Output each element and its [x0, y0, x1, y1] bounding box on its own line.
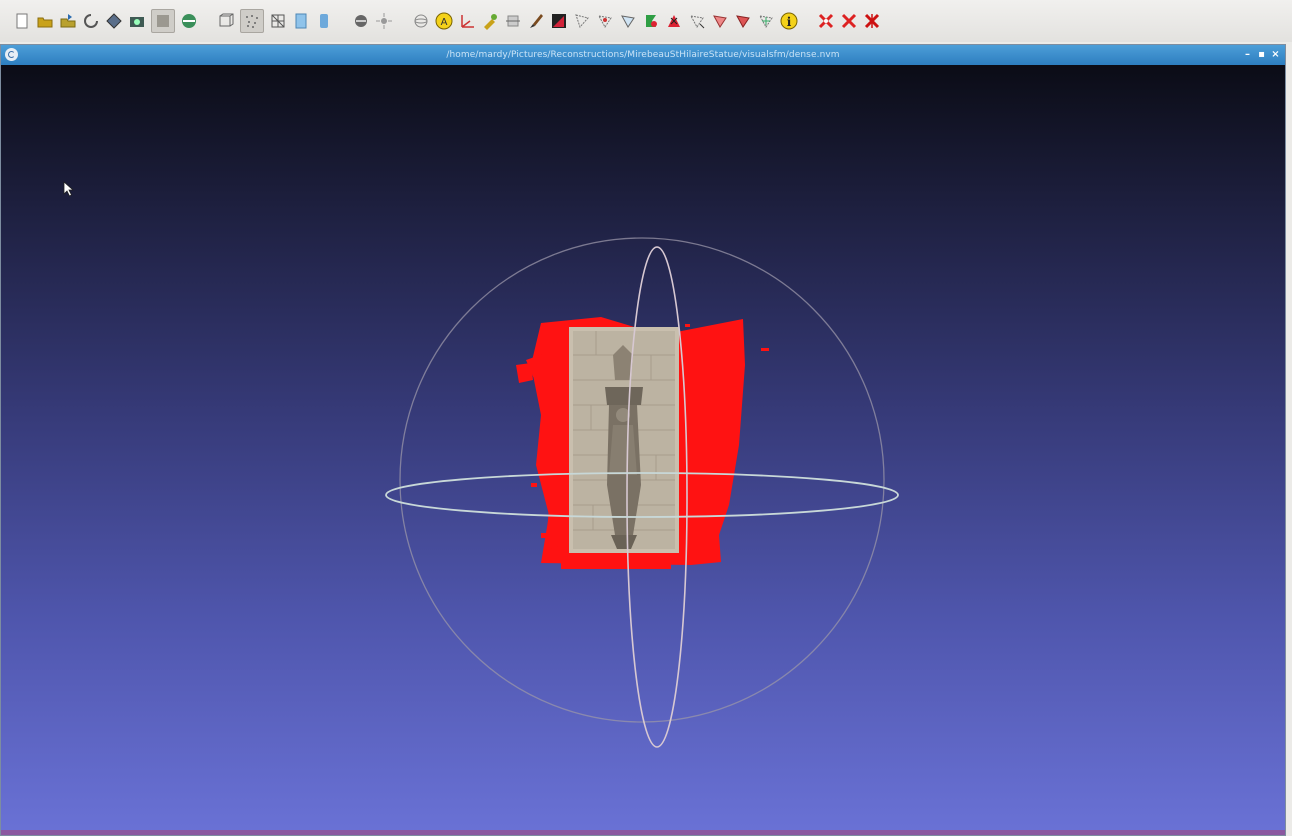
export-mesh-icon[interactable]	[105, 12, 123, 30]
3d-viewport[interactable]	[1, 65, 1285, 835]
close-button[interactable]: ×	[1270, 49, 1281, 60]
pick-points-icon[interactable]	[757, 12, 775, 30]
select-connected-icon[interactable]	[619, 12, 637, 30]
layer-icon[interactable]	[180, 12, 198, 30]
points-render-icon[interactable]	[239, 9, 264, 33]
delete-faces-icon[interactable]	[840, 12, 858, 30]
new-project-icon[interactable]	[13, 12, 31, 30]
delete-all-icon[interactable]	[863, 12, 881, 30]
flat-render-icon[interactable]	[292, 12, 310, 30]
select-vertices-icon[interactable]	[596, 12, 614, 30]
main-toolbar: Ai	[0, 0, 1292, 42]
maximize-button[interactable]: ▪	[1256, 49, 1267, 60]
minimize-button[interactable]: –	[1242, 49, 1253, 60]
axis-icon[interactable]	[458, 12, 476, 30]
import-mesh-icon[interactable]	[59, 12, 77, 30]
select-faces-icon[interactable]	[573, 12, 591, 30]
select-region-icon[interactable]	[688, 12, 706, 30]
smooth-render-icon[interactable]	[315, 12, 333, 30]
snapshot-icon[interactable]	[128, 12, 146, 30]
wireframe-render-icon[interactable]	[269, 12, 287, 30]
annotation-icon[interactable]: A	[435, 12, 453, 30]
brush-icon[interactable]	[527, 12, 545, 30]
status-strip	[1, 830, 1285, 835]
texture-icon[interactable]	[352, 12, 370, 30]
toggle-panel-icon[interactable]	[150, 9, 175, 33]
select-z-painting-icon[interactable]	[642, 12, 660, 30]
paint-icon[interactable]	[481, 12, 499, 30]
window-menu-icon[interactable]	[5, 48, 18, 61]
document-subwindow: /home/mardy/Pictures/Reconstructions/Mir…	[0, 44, 1286, 836]
info-icon[interactable]: i	[780, 12, 798, 30]
measure-icon[interactable]	[504, 12, 522, 30]
statue-photo-plane	[569, 327, 679, 553]
reload-icon[interactable]	[82, 12, 100, 30]
scene-render	[385, 237, 899, 748]
window-title: /home/mardy/Pictures/Reconstructions/Mir…	[446, 50, 840, 60]
align-alt-icon[interactable]	[734, 12, 752, 30]
align-icon[interactable]	[711, 12, 729, 30]
svg-text:A: A	[440, 17, 447, 28]
subwindow-titlebar[interactable]: /home/mardy/Pictures/Reconstructions/Mir…	[1, 45, 1285, 65]
lighting-icon[interactable]	[375, 12, 393, 30]
open-project-icon[interactable]	[36, 12, 54, 30]
delete-selection-icon[interactable]	[665, 12, 683, 30]
mouse-cursor-icon	[63, 181, 75, 197]
bounding-box-icon[interactable]	[217, 12, 235, 30]
trackball-icon[interactable]	[412, 12, 430, 30]
svg-text:i: i	[786, 15, 791, 29]
delete-vertices-icon[interactable]	[817, 12, 835, 30]
color-paint-icon[interactable]	[550, 12, 568, 30]
